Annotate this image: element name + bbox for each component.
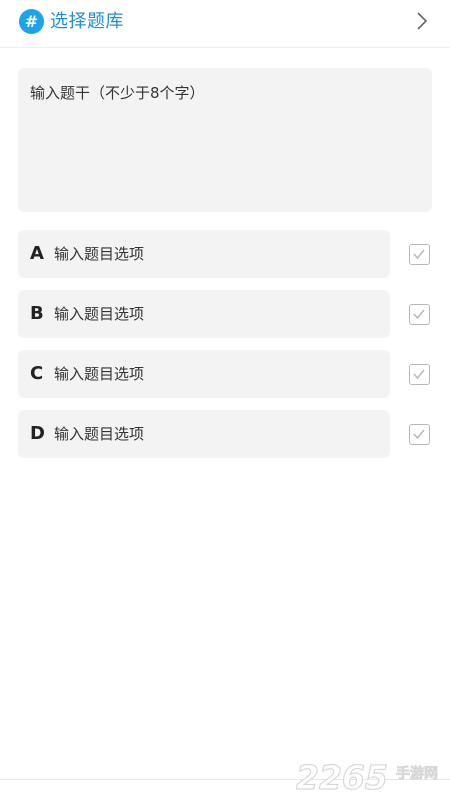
question-stem-input[interactable]: 输入题干（不少于8个字）	[18, 68, 432, 212]
check-icon	[413, 309, 425, 320]
option-d-input[interactable]: D 输入题目选项	[18, 410, 390, 458]
page-title: 选择题库	[50, 11, 124, 32]
option-letter: A	[30, 243, 44, 264]
option-b-input[interactable]: B 输入题目选项	[18, 290, 390, 338]
option-d-correct-checkbox[interactable]	[409, 424, 430, 445]
option-placeholder: 输入题目选项	[54, 365, 145, 383]
question-stem-placeholder: 输入题干（不少于8个字）	[30, 84, 205, 102]
site-watermark-logo: 2265 手游网	[296, 758, 438, 794]
option-letter: B	[30, 303, 44, 324]
check-icon	[413, 249, 425, 260]
check-icon	[413, 429, 425, 440]
check-icon	[413, 369, 425, 380]
watermark-number: 2265	[296, 758, 388, 794]
hash-icon: #	[19, 9, 44, 34]
question-bank-selector[interactable]: # 选择题库	[0, 0, 450, 48]
option-letter: C	[30, 363, 44, 384]
option-letter: D	[30, 423, 45, 444]
option-placeholder: 输入题目选项	[54, 245, 145, 263]
question-editor-page: # 选择题库 输入题干（不少于8个字） A 输入题目选项 B 输入题目选项 C …	[0, 0, 450, 800]
chevron-right-icon[interactable]	[412, 11, 432, 31]
option-c-correct-checkbox[interactable]	[409, 364, 430, 385]
option-c-input[interactable]: C 输入题目选项	[18, 350, 390, 398]
option-b-correct-checkbox[interactable]	[409, 304, 430, 325]
watermark-text: 手游网	[396, 765, 438, 782]
option-placeholder: 输入题目选项	[54, 305, 145, 323]
option-placeholder: 输入题目选项	[54, 425, 145, 443]
option-a-correct-checkbox[interactable]	[409, 244, 430, 265]
option-a-input[interactable]: A 输入题目选项	[18, 230, 390, 278]
